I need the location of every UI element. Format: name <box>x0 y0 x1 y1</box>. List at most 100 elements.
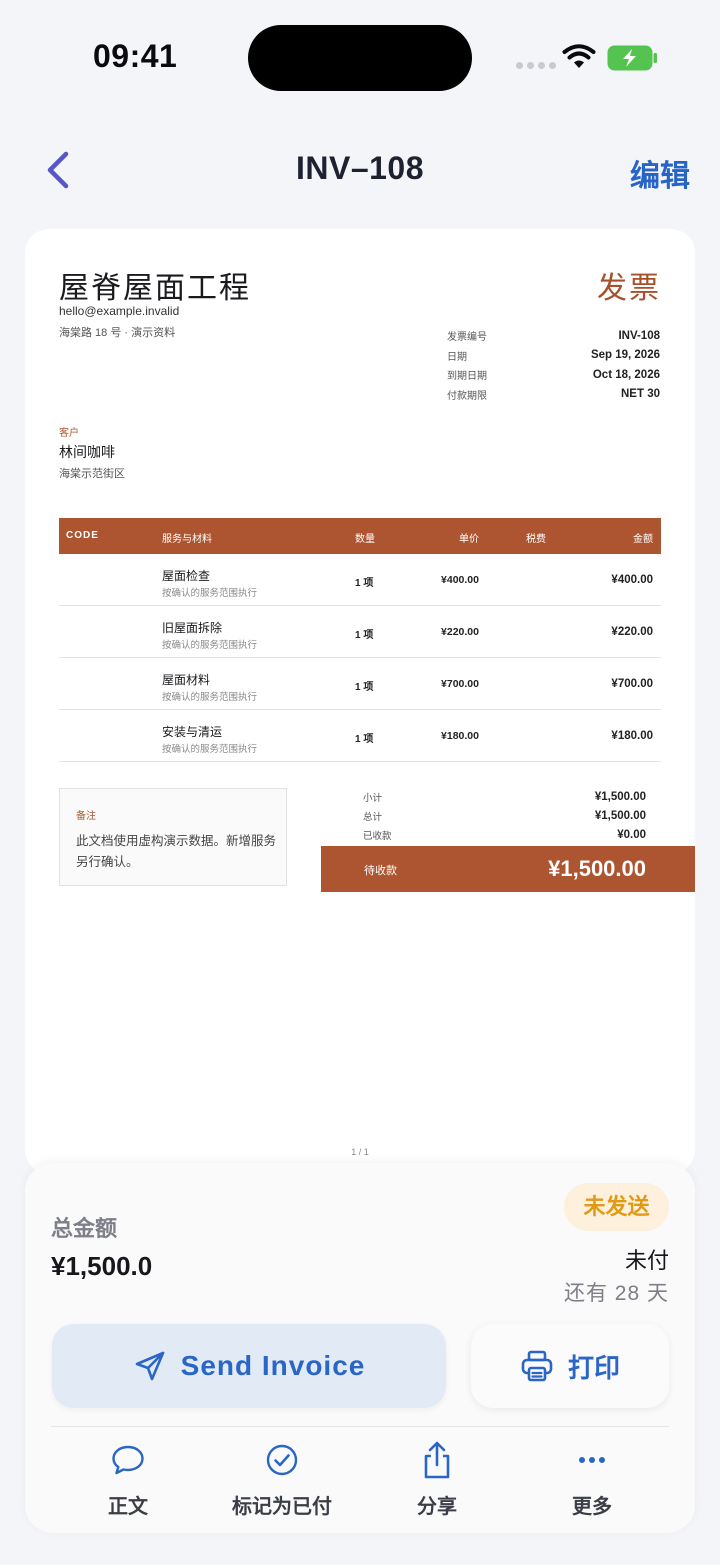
meta-value: INV-108 <box>618 329 660 342</box>
meta-row: 发票编号 INV-108 <box>447 326 660 346</box>
client-address: 海棠示范街区 <box>59 468 125 480</box>
header-tax: 税费 <box>526 534 546 545</box>
send-invoice-button[interactable]: Send Invoice <box>52 1324 446 1408</box>
balance-label: 待收款 <box>364 865 397 877</box>
balance-value: ¥1,500.00 <box>548 856 646 881</box>
item-price: ¥700.00 <box>441 678 479 690</box>
divider <box>51 1426 669 1427</box>
total-amount-value: ¥1,500.0 <box>51 1251 153 1281</box>
print-button[interactable]: 打印 <box>471 1324 669 1408</box>
totals-value: ¥1,500.00 <box>594 790 646 803</box>
table-row: 屋面材料 按确认的服务范围执行 1 项 ¥700.00 ¥700.00 <box>59 658 661 710</box>
wifi-icon <box>562 44 596 68</box>
company-address: 海棠路 18 号 · 演示资料 <box>59 327 176 339</box>
line-items-table: CODE 服务与材料 数量 单价 税费 金额 屋面检查 按确认的服务范围执行 1… <box>59 518 661 762</box>
item-description: 按确认的服务范围执行 <box>162 640 258 651</box>
totals-value: ¥0.00 <box>617 828 646 841</box>
item-amount: ¥700.00 <box>611 678 653 690</box>
invoice-meta: 发票编号 INV-108 日期 Sep 19, 2026 到期日期 Oct 18… <box>447 326 660 404</box>
totals-block: 小计 ¥1,500.00 总计 ¥1,500.00 已收款 ¥0.00 <box>321 787 646 844</box>
meta-row: 付款期限 NET 30 <box>447 385 660 405</box>
item-price: ¥180.00 <box>441 730 479 742</box>
status-bar: 09:41 <box>0 0 720 115</box>
tab-label: 更多 <box>572 1496 612 1518</box>
totals-label: 总计 <box>363 811 383 823</box>
totals-row: 总计 ¥1,500.00 <box>321 806 646 825</box>
client-label: 客户 <box>59 428 79 439</box>
item-qty: 1 项 <box>355 734 374 745</box>
totals-row: 已收款 ¥0.00 <box>321 825 646 844</box>
item-description: 按确认的服务范围执行 <box>162 692 258 703</box>
meta-label: 到期日期 <box>447 371 487 383</box>
more-icon <box>515 1440 669 1480</box>
item-amount: ¥400.00 <box>611 574 653 586</box>
table-row: 安装与清运 按确认的服务范围执行 1 项 ¥180.00 ¥180.00 <box>59 710 661 762</box>
item-description: 按确认的服务范围执行 <box>162 588 258 599</box>
tab-label: 分享 <box>417 1496 457 1518</box>
item-amount: ¥220.00 <box>611 626 653 638</box>
status-time: 09:41 <box>93 38 178 74</box>
tab-label: 标记为已付 <box>232 1496 332 1518</box>
action-panel: 总金额 ¥1,500.0 未发送 未付 还有 28 天 Send Invoice… <box>25 1163 695 1533</box>
meta-row: 日期 Sep 19, 2026 <box>447 346 660 366</box>
notes-text: 此文档使用虚构演示数据。新增服务另行确认。 <box>76 834 277 869</box>
status-badge: 未发送 <box>564 1183 669 1231</box>
total-amount-label: 总金额 <box>51 1216 118 1241</box>
days-remaining: 还有 28 天 <box>563 1282 669 1305</box>
send-invoice-label: Send Invoice <box>180 1350 366 1381</box>
item-qty: 1 项 <box>355 630 374 641</box>
document-type: 发票 <box>597 272 661 305</box>
table-row: 屋面检查 按确认的服务范围执行 1 项 ¥400.00 ¥400.00 <box>59 554 661 606</box>
tab-label: 正文 <box>108 1496 148 1518</box>
header-code: CODE <box>66 530 99 541</box>
totals-value: ¥1,500.00 <box>594 809 646 822</box>
dynamic-island <box>248 25 472 91</box>
meta-label: 付款期限 <box>447 390 487 402</box>
item-name: 旧屋面拆除 <box>162 621 223 635</box>
item-price: ¥220.00 <box>441 626 479 638</box>
item-name: 屋面材料 <box>162 673 211 687</box>
totals-label: 已收款 <box>363 830 392 842</box>
header-qty: 数量 <box>355 534 375 545</box>
payment-status: 未付 <box>624 1248 669 1273</box>
edit-button[interactable]: 编辑 <box>610 151 690 195</box>
balance-due-bar: 待收款 ¥1,500.00 <box>321 846 695 892</box>
printer-icon <box>521 1350 553 1382</box>
item-qty: 1 项 <box>355 578 374 589</box>
meta-label: 发票编号 <box>447 332 487 344</box>
chat-bubble-icon <box>51 1440 205 1480</box>
tab-body[interactable]: 正文 <box>51 1440 205 1519</box>
table-row: 旧屋面拆除 按确认的服务范围执行 1 项 ¥220.00 ¥220.00 <box>59 606 661 658</box>
company-email: hello@example.invalid <box>59 304 180 318</box>
header-service: 服务与材料 <box>162 534 212 545</box>
tab-mark-paid[interactable]: 标记为已付 <box>205 1440 359 1519</box>
paper-plane-icon <box>135 1351 164 1381</box>
battery-charging-icon <box>607 45 657 71</box>
meta-label: 日期 <box>447 351 467 363</box>
notes-label: 备注 <box>76 811 96 822</box>
item-description: 按确认的服务范围执行 <box>162 744 258 755</box>
item-price: ¥400.00 <box>441 574 479 586</box>
totals-label: 小计 <box>363 792 383 804</box>
company-name: 屋脊屋面工程 <box>59 272 251 305</box>
item-name: 屋面检查 <box>162 569 211 583</box>
check-circle-icon <box>205 1440 359 1480</box>
page-number: 1 / 1 <box>351 1147 369 1157</box>
tab-more[interactable]: 更多 <box>515 1440 669 1519</box>
item-name: 安装与清运 <box>162 725 223 739</box>
meta-value: NET 30 <box>621 388 660 401</box>
print-label: 打印 <box>567 1352 620 1383</box>
meta-value: Oct 18, 2026 <box>592 368 660 381</box>
totals-row: 小计 ¥1,500.00 <box>321 787 646 806</box>
item-qty: 1 项 <box>355 682 374 693</box>
client-name: 林间咖啡 <box>59 444 115 460</box>
meta-value: Sep 19, 2026 <box>590 349 660 362</box>
item-amount: ¥180.00 <box>611 730 653 742</box>
tab-share[interactable]: 分享 <box>360 1440 514 1519</box>
meta-row: 到期日期 Oct 18, 2026 <box>447 365 660 385</box>
header-amount: 金额 <box>633 534 653 545</box>
notes-box: 备注 此文档使用虚构演示数据。新增服务另行确认。 <box>59 788 287 886</box>
invoice-preview[interactable]: 屋脊屋面工程 hello@example.invalid 海棠路 18 号 · … <box>25 229 695 1174</box>
table-header: CODE 服务与材料 数量 单价 税费 金额 <box>59 518 661 554</box>
header-price: 单价 <box>459 534 479 545</box>
